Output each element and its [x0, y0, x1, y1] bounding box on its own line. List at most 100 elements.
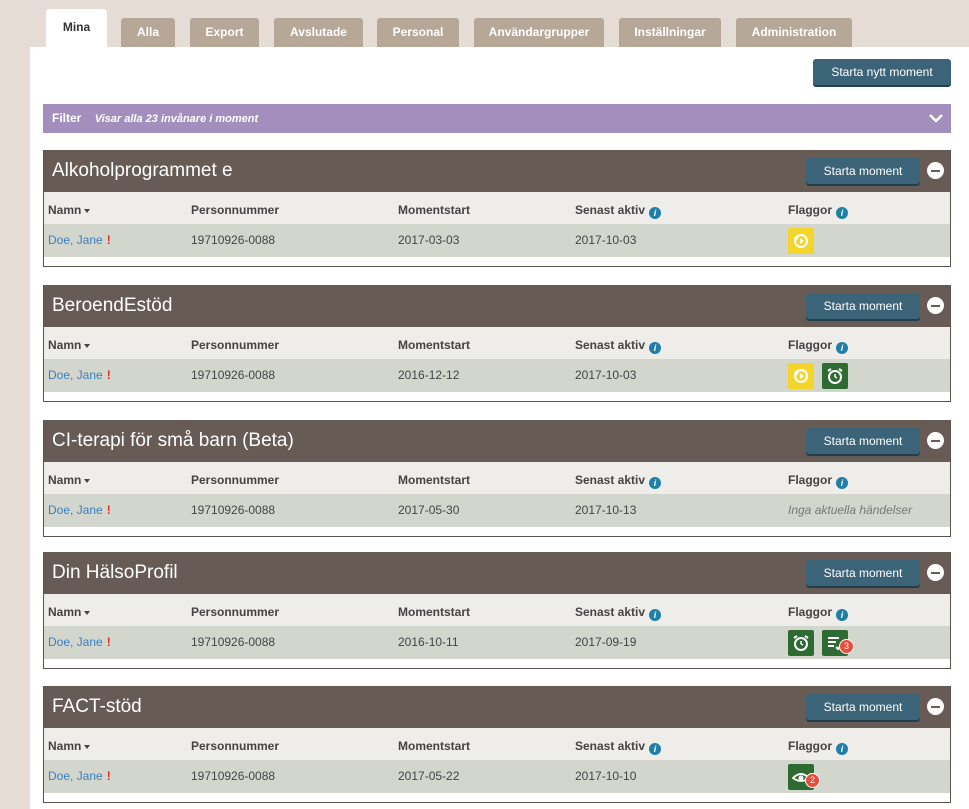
collapse-icon[interactable]: [927, 432, 944, 449]
info-icon[interactable]: i: [649, 342, 662, 354]
info-icon[interactable]: i: [649, 207, 662, 219]
last-active-cell: 2017-09-19: [575, 635, 637, 649]
column-flags: Flaggor i: [788, 338, 848, 354]
info-icon[interactable]: i: [836, 743, 848, 755]
info-icon[interactable]: i: [836, 207, 848, 219]
column-last-active: Senast aktiv i: [575, 203, 662, 219]
column-start: Momentstart: [398, 473, 471, 487]
start-moment-button[interactable]: Starta moment: [806, 158, 920, 184]
last-active-cell: 2017-10-13: [575, 503, 637, 517]
info-icon[interactable]: i: [836, 477, 848, 489]
column-name[interactable]: Namn: [48, 203, 91, 217]
sort-caret-icon[interactable]: [84, 610, 91, 615]
personnummer-cell: 19710926-0088: [191, 635, 276, 649]
resident-name-cell: Doe, Jane!: [48, 233, 111, 247]
main-panel: Starta nytt moment Filter Visar alla 23 …: [30, 47, 969, 809]
column-pnr: Personnummer: [191, 739, 280, 753]
moment-title: Alkoholprogrammet e: [52, 160, 233, 181]
column-start: Momentstart: [398, 203, 471, 217]
column-name[interactable]: Namn: [48, 338, 91, 352]
column-last-active: Senast aktiv i: [575, 338, 662, 354]
collapse-icon[interactable]: [927, 698, 944, 715]
info-icon[interactable]: i: [649, 477, 662, 489]
table-row: Doe, Jane! 19710926-0088 2017-03-03 2017…: [44, 224, 950, 257]
filter-bar[interactable]: Filter Visar alla 23 invånare i moment: [43, 104, 951, 133]
collapse-icon[interactable]: [927, 564, 944, 581]
alert-icon: !: [106, 503, 111, 517]
moment-start-cell: 2017-03-03: [398, 233, 460, 247]
resident-name-cell: Doe, Jane!: [48, 503, 111, 517]
personnummer-cell: 19710926-0088: [191, 503, 276, 517]
moment-header: FACT-stöd Starta moment: [44, 686, 950, 728]
moment-start-cell: 2017-05-30: [398, 503, 460, 517]
notification-badge: 3: [839, 639, 854, 654]
column-flags: Flaggor i: [788, 605, 848, 621]
column-headers: Namn Personnummer Momentstart Senast akt…: [44, 728, 950, 760]
replay-icon[interactable]: [788, 363, 814, 389]
last-active-cell: 2017-10-10: [575, 769, 637, 783]
column-pnr: Personnummer: [191, 338, 280, 352]
personnummer-cell: 19710926-0088: [191, 769, 276, 783]
sort-caret-icon[interactable]: [84, 744, 91, 749]
tab-alla[interactable]: Alla: [121, 18, 175, 47]
collapse-icon[interactable]: [927, 162, 944, 179]
column-name[interactable]: Namn: [48, 473, 91, 487]
tab-administration[interactable]: Administration: [736, 18, 852, 47]
tab-personal[interactable]: Personal: [377, 18, 459, 47]
personnummer-cell: 19710926-0088: [191, 368, 276, 382]
column-headers: Namn Personnummer Momentstart Senast akt…: [44, 327, 950, 359]
info-icon[interactable]: i: [836, 342, 848, 354]
start-moment-button[interactable]: Starta moment: [806, 694, 920, 720]
tab-export[interactable]: Export: [190, 18, 259, 47]
moment-section: Din HälsoProfil Starta moment Namn Perso…: [43, 552, 951, 669]
column-name[interactable]: Namn: [48, 739, 91, 753]
sort-caret-icon[interactable]: [84, 478, 91, 483]
tab-anvandargrupper[interactable]: Användargrupper: [474, 18, 604, 47]
no-events-text: Inga aktuella händelser: [788, 503, 913, 517]
resident-name-link[interactable]: Doe, Jane: [48, 368, 103, 382]
column-name[interactable]: Namn: [48, 605, 91, 619]
resident-name-link[interactable]: Doe, Jane: [48, 769, 103, 783]
column-last-active: Senast aktiv i: [575, 605, 662, 621]
resident-name-link[interactable]: Doe, Jane: [48, 503, 103, 517]
start-moment-button[interactable]: Starta moment: [806, 428, 920, 454]
table-row: Doe, Jane! 19710926-0088 2016-12-12 2017…: [44, 359, 950, 392]
moment-section: BeroendEstöd Starta moment Namn Personnu…: [43, 285, 951, 402]
column-pnr: Personnummer: [191, 473, 280, 487]
moment-start-cell: 2017-05-22: [398, 769, 460, 783]
eye-icon[interactable]: 2: [788, 764, 820, 790]
tab-avslutade[interactable]: Avslutade: [274, 18, 363, 47]
tab-mina[interactable]: Mina: [46, 9, 107, 47]
collapse-icon[interactable]: [927, 297, 944, 314]
column-start: Momentstart: [398, 338, 471, 352]
resident-name-link[interactable]: Doe, Jane: [48, 233, 103, 247]
alarm-clock-icon[interactable]: [822, 363, 848, 389]
task-list-icon[interactable]: 3: [822, 630, 854, 656]
info-icon[interactable]: i: [649, 609, 662, 621]
resident-name-link[interactable]: Doe, Jane: [48, 635, 103, 649]
chevron-down-icon[interactable]: [928, 111, 944, 125]
sort-caret-icon[interactable]: [84, 208, 91, 213]
moment-section: CI-terapi för små barn (Beta) Starta mom…: [43, 420, 951, 537]
filter-label: Filter: [52, 111, 82, 125]
info-icon[interactable]: i: [836, 609, 848, 621]
tab-installningar[interactable]: Inställningar: [619, 18, 721, 47]
table-row: Doe, Jane! 19710926-0088 2017-05-30 2017…: [44, 494, 950, 527]
alert-icon: !: [106, 769, 111, 783]
column-pnr: Personnummer: [191, 203, 280, 217]
column-headers: Namn Personnummer Momentstart Senast akt…: [44, 594, 950, 626]
resident-name-cell: Doe, Jane!: [48, 635, 111, 649]
moment-start-cell: 2016-10-11: [398, 635, 459, 649]
sort-caret-icon[interactable]: [84, 343, 91, 348]
moment-title: CI-terapi för små barn (Beta): [52, 430, 294, 451]
start-moment-button[interactable]: Starta moment: [806, 560, 920, 586]
start-new-moment-button[interactable]: Starta nytt moment: [813, 59, 951, 85]
personnummer-cell: 19710926-0088: [191, 233, 276, 247]
last-active-cell: 2017-10-03: [575, 368, 637, 382]
column-pnr: Personnummer: [191, 605, 280, 619]
start-moment-button[interactable]: Starta moment: [806, 293, 920, 319]
replay-icon[interactable]: [788, 228, 814, 254]
column-start: Momentstart: [398, 739, 471, 753]
info-icon[interactable]: i: [649, 743, 662, 755]
alarm-clock-icon[interactable]: [788, 630, 814, 656]
